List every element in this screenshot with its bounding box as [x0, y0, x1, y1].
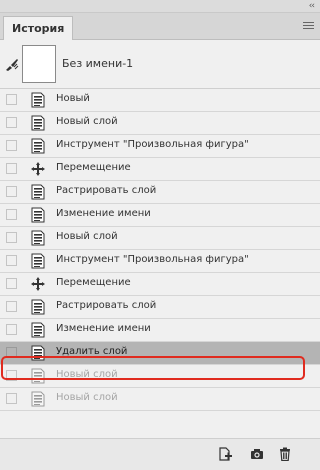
history-source-checkbox[interactable] — [6, 163, 17, 174]
trash-icon[interactable] — [278, 447, 292, 461]
history-state-row[interactable]: Новый — [0, 89, 320, 112]
history-state-label: Новый слой — [56, 116, 118, 127]
document-icon — [30, 253, 46, 269]
document-icon — [30, 299, 46, 315]
history-state-row[interactable]: Растрировать слой — [0, 181, 320, 204]
panel-menu-icon[interactable] — [303, 22, 314, 31]
history-panel: Без имени-1 Новый Новый слой Инструмент "П… — [0, 40, 320, 438]
document-icon — [30, 184, 46, 200]
history-state-label: Новый слой — [56, 231, 118, 242]
tab-history[interactable]: История — [3, 16, 74, 40]
document-icon — [30, 391, 46, 407]
history-state-row[interactable]: Изменение имени — [0, 319, 320, 342]
history-state-label: Растрировать слой — [56, 185, 157, 196]
history-source-checkbox[interactable] — [6, 117, 17, 128]
panel-top-strip: ‹‹ — [0, 0, 320, 13]
move-icon — [30, 161, 46, 177]
selection-highlight-box — [1, 356, 305, 380]
history-state-label: Новый слой — [56, 392, 118, 403]
history-state-label: Новый — [56, 93, 90, 104]
history-state-label: Инструмент "Произвольная фигура" — [56, 139, 249, 150]
history-state-row[interactable]: Инструмент "Произвольная фигура" — [0, 250, 320, 273]
history-source-checkbox[interactable] — [6, 94, 17, 105]
history-source-checkbox[interactable] — [6, 393, 17, 404]
document-icon — [30, 230, 46, 246]
document-icon — [30, 138, 46, 154]
history-state-label: Перемещение — [56, 162, 131, 173]
history-source-checkbox[interactable] — [6, 255, 17, 266]
camera-icon[interactable] — [250, 447, 264, 461]
history-state-row[interactable]: Новый слой — [0, 112, 320, 135]
history-source-checkbox[interactable] — [6, 232, 17, 243]
history-source-checkbox[interactable] — [6, 140, 17, 151]
history-state-row[interactable]: Изменение имени — [0, 204, 320, 227]
history-state-label: Инструмент "Произвольная фигура" — [56, 254, 249, 265]
history-source-checkbox[interactable] — [6, 324, 17, 335]
history-source-checkbox[interactable] — [6, 278, 17, 289]
history-source-checkbox[interactable] — [6, 186, 17, 197]
snapshot-thumbnail — [22, 45, 56, 83]
move-icon — [30, 276, 46, 292]
history-brush-source-icon[interactable] — [5, 58, 19, 72]
document-icon — [30, 92, 46, 108]
snapshot-row[interactable]: Без имени-1 — [0, 40, 320, 89]
snapshot-label: Без имени-1 — [62, 57, 134, 70]
panel-tab-bar: История — [0, 13, 320, 40]
history-source-checkbox[interactable] — [6, 209, 17, 220]
new-document-from-state-icon[interactable] — [218, 447, 232, 461]
history-state-row[interactable]: Перемещение — [0, 158, 320, 181]
document-icon — [30, 115, 46, 131]
history-state-label: Перемещение — [56, 277, 131, 288]
collapse-panel-button[interactable]: ‹‹ — [309, 1, 315, 11]
history-state-label: Растрировать слой — [56, 300, 157, 311]
panel-footer — [0, 438, 320, 470]
document-icon — [30, 207, 46, 223]
history-state-label: Изменение имени — [56, 323, 151, 334]
history-state-row[interactable]: Растрировать слой — [0, 296, 320, 319]
history-state-row[interactable]: Перемещение — [0, 273, 320, 296]
history-source-checkbox[interactable] — [6, 301, 17, 312]
history-state-row[interactable]: Инструмент "Произвольная фигура" — [0, 135, 320, 158]
history-state-label: Изменение имени — [56, 208, 151, 219]
history-state-row[interactable]: Новый слой — [0, 227, 320, 250]
document-icon — [30, 322, 46, 338]
history-state-row[interactable]: Новый слой — [0, 388, 320, 411]
